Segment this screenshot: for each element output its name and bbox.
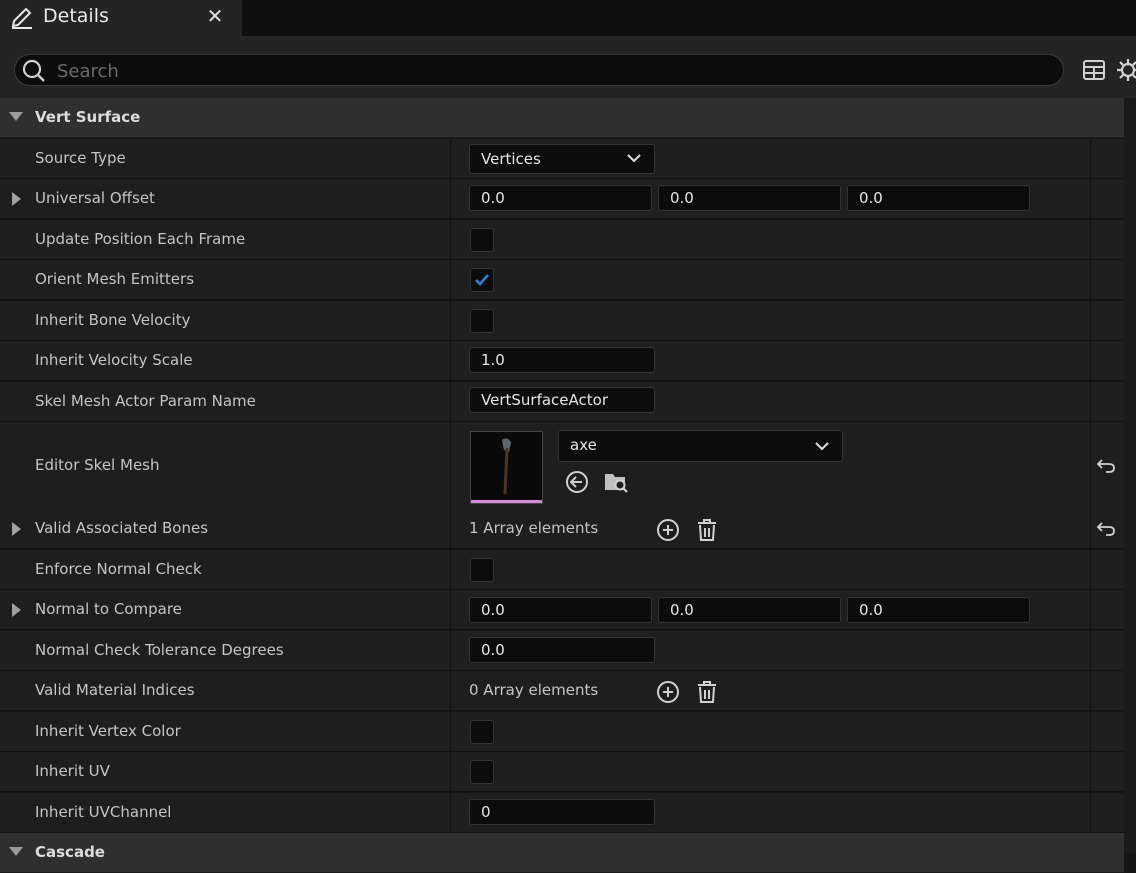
property-label: Enforce Normal Check: [35, 560, 202, 578]
expand-arrow-icon[interactable]: [12, 522, 21, 536]
collapse-caret-icon[interactable]: [9, 847, 23, 856]
row-editor-skel-mesh: Editor Skel Mesh axe: [0, 422, 1124, 510]
property-label: Normal Check Tolerance Degrees: [35, 641, 284, 659]
search-icon: [22, 59, 45, 82]
row-valid-material-indices: Valid Material Indices 0 Array elements: [0, 671, 1124, 711]
asset-name: axe: [570, 436, 597, 454]
details-tab[interactable]: Details ✕: [0, 0, 242, 36]
expand-arrow-icon[interactable]: [12, 603, 21, 617]
row-update-position-each-frame: Update Position Each Frame: [0, 220, 1124, 260]
section-vert-surface[interactable]: Vert Surface: [0, 98, 1124, 138]
chevron-down-icon: [815, 442, 829, 451]
add-element-icon[interactable]: [655, 679, 681, 705]
skel-mesh-asset-picker[interactable]: axe: [558, 430, 843, 462]
normal-z-field[interactable]: 0.0: [847, 597, 1030, 623]
expand-arrow-icon[interactable]: [12, 192, 21, 206]
property-label: Update Position Each Frame: [35, 230, 246, 248]
normal-y-field[interactable]: 0.0: [658, 597, 841, 623]
property-label: Editor Skel Mesh: [35, 456, 160, 474]
row-inherit-velocity-scale: Inherit Velocity Scale 1.0: [0, 341, 1124, 381]
edit-icon: [11, 7, 32, 29]
reset-to-default-icon[interactable]: [1096, 456, 1116, 476]
delete-icon[interactable]: [694, 679, 720, 705]
update-position-checkbox[interactable]: [470, 228, 494, 252]
uv-channel-field[interactable]: 0: [469, 799, 655, 825]
property-label: Orient Mesh Emitters: [35, 270, 195, 288]
row-universal-offset: Universal Offset 0.0 0.0 0.0: [0, 179, 1124, 219]
add-element-icon[interactable]: [655, 517, 681, 543]
row-inherit-uv: Inherit UV: [0, 752, 1124, 792]
property-label: Valid Material Indices: [35, 681, 195, 699]
actor-param-name-field[interactable]: VertSurfaceActor: [469, 387, 655, 413]
asset-thumbnail[interactable]: [470, 431, 543, 504]
row-enforce-normal-check: Enforce Normal Check: [0, 550, 1124, 590]
browse-asset-icon[interactable]: [603, 469, 629, 495]
property-label: Skel Mesh Actor Param Name: [35, 392, 256, 410]
property-label: Valid Associated Bones: [35, 519, 209, 537]
asset-type-color-bar: [471, 500, 542, 503]
property-label: Source Type: [35, 149, 126, 167]
close-icon[interactable]: ✕: [205, 4, 225, 28]
orient-mesh-checkbox[interactable]: [470, 268, 494, 292]
property-label: Inherit UVChannel: [35, 803, 172, 821]
axe-preview-image: [471, 432, 542, 500]
inherit-bone-velocity-checkbox[interactable]: [470, 309, 494, 333]
table-view-icon[interactable]: [1081, 57, 1107, 83]
reset-to-default-icon[interactable]: [1096, 519, 1116, 539]
enforce-normal-check-checkbox[interactable]: [470, 558, 494, 582]
velocity-scale-field[interactable]: 1.0: [469, 347, 655, 373]
property-label: Normal to Compare: [35, 600, 182, 618]
scrollbar-track[interactable]: [1124, 98, 1136, 853]
dropdown-value: Vertices: [481, 150, 541, 168]
inherit-vertex-color-checkbox[interactable]: [470, 720, 494, 744]
row-inherit-uv-channel: Inherit UVChannel 0: [0, 793, 1124, 833]
search-input[interactable]: [55, 57, 1049, 85]
tab-bar: Details ✕: [0, 0, 1136, 36]
offset-y-field[interactable]: 0.0: [658, 185, 841, 211]
row-normal-check-tolerance: Normal Check Tolerance Degrees 0.0: [0, 631, 1124, 671]
normal-x-field[interactable]: 0.0: [469, 597, 652, 623]
array-count: 0 Array elements: [469, 681, 599, 699]
checkmark-icon: [475, 274, 489, 286]
row-skel-mesh-actor-param-name: Skel Mesh Actor Param Name VertSurfaceAc…: [0, 382, 1124, 422]
property-label: Inherit UV: [35, 762, 110, 780]
row-inherit-bone-velocity: Inherit Bone Velocity: [0, 301, 1124, 341]
property-label: Inherit Vertex Color: [35, 722, 181, 740]
offset-z-field[interactable]: 0.0: [847, 185, 1030, 211]
section-title: Cascade: [35, 843, 105, 861]
tab-title: Details: [43, 5, 109, 27]
property-label: Inherit Bone Velocity: [35, 311, 191, 329]
row-normal-to-compare: Normal to Compare 0.0 0.0 0.0: [0, 590, 1124, 630]
row-orient-mesh-emitters: Orient Mesh Emitters: [0, 260, 1124, 300]
tolerance-degrees-field[interactable]: 0.0: [469, 637, 655, 663]
section-title: Vert Surface: [35, 108, 141, 126]
property-label: Inherit Velocity Scale: [35, 351, 193, 369]
offset-x-field[interactable]: 0.0: [469, 185, 652, 211]
use-selected-asset-icon[interactable]: [564, 469, 590, 495]
settings-icon[interactable]: [1115, 57, 1136, 83]
collapse-caret-icon[interactable]: [9, 112, 23, 121]
source-type-dropdown[interactable]: Vertices: [469, 144, 655, 174]
property-label: Universal Offset: [35, 189, 155, 207]
chevron-down-icon: [627, 154, 641, 163]
section-cascade[interactable]: Cascade: [0, 833, 1124, 873]
row-valid-associated-bones: Valid Associated Bones 1 Array elements: [0, 509, 1124, 549]
row-inherit-vertex-color: Inherit Vertex Color: [0, 712, 1124, 752]
array-count: 1 Array elements: [469, 519, 599, 537]
delete-icon[interactable]: [694, 517, 720, 543]
search-toolbar: [0, 36, 1136, 98]
row-source-type: Source Type Vertices: [0, 139, 1124, 179]
search-box[interactable]: [14, 54, 1064, 86]
inherit-uv-checkbox[interactable]: [470, 760, 494, 784]
